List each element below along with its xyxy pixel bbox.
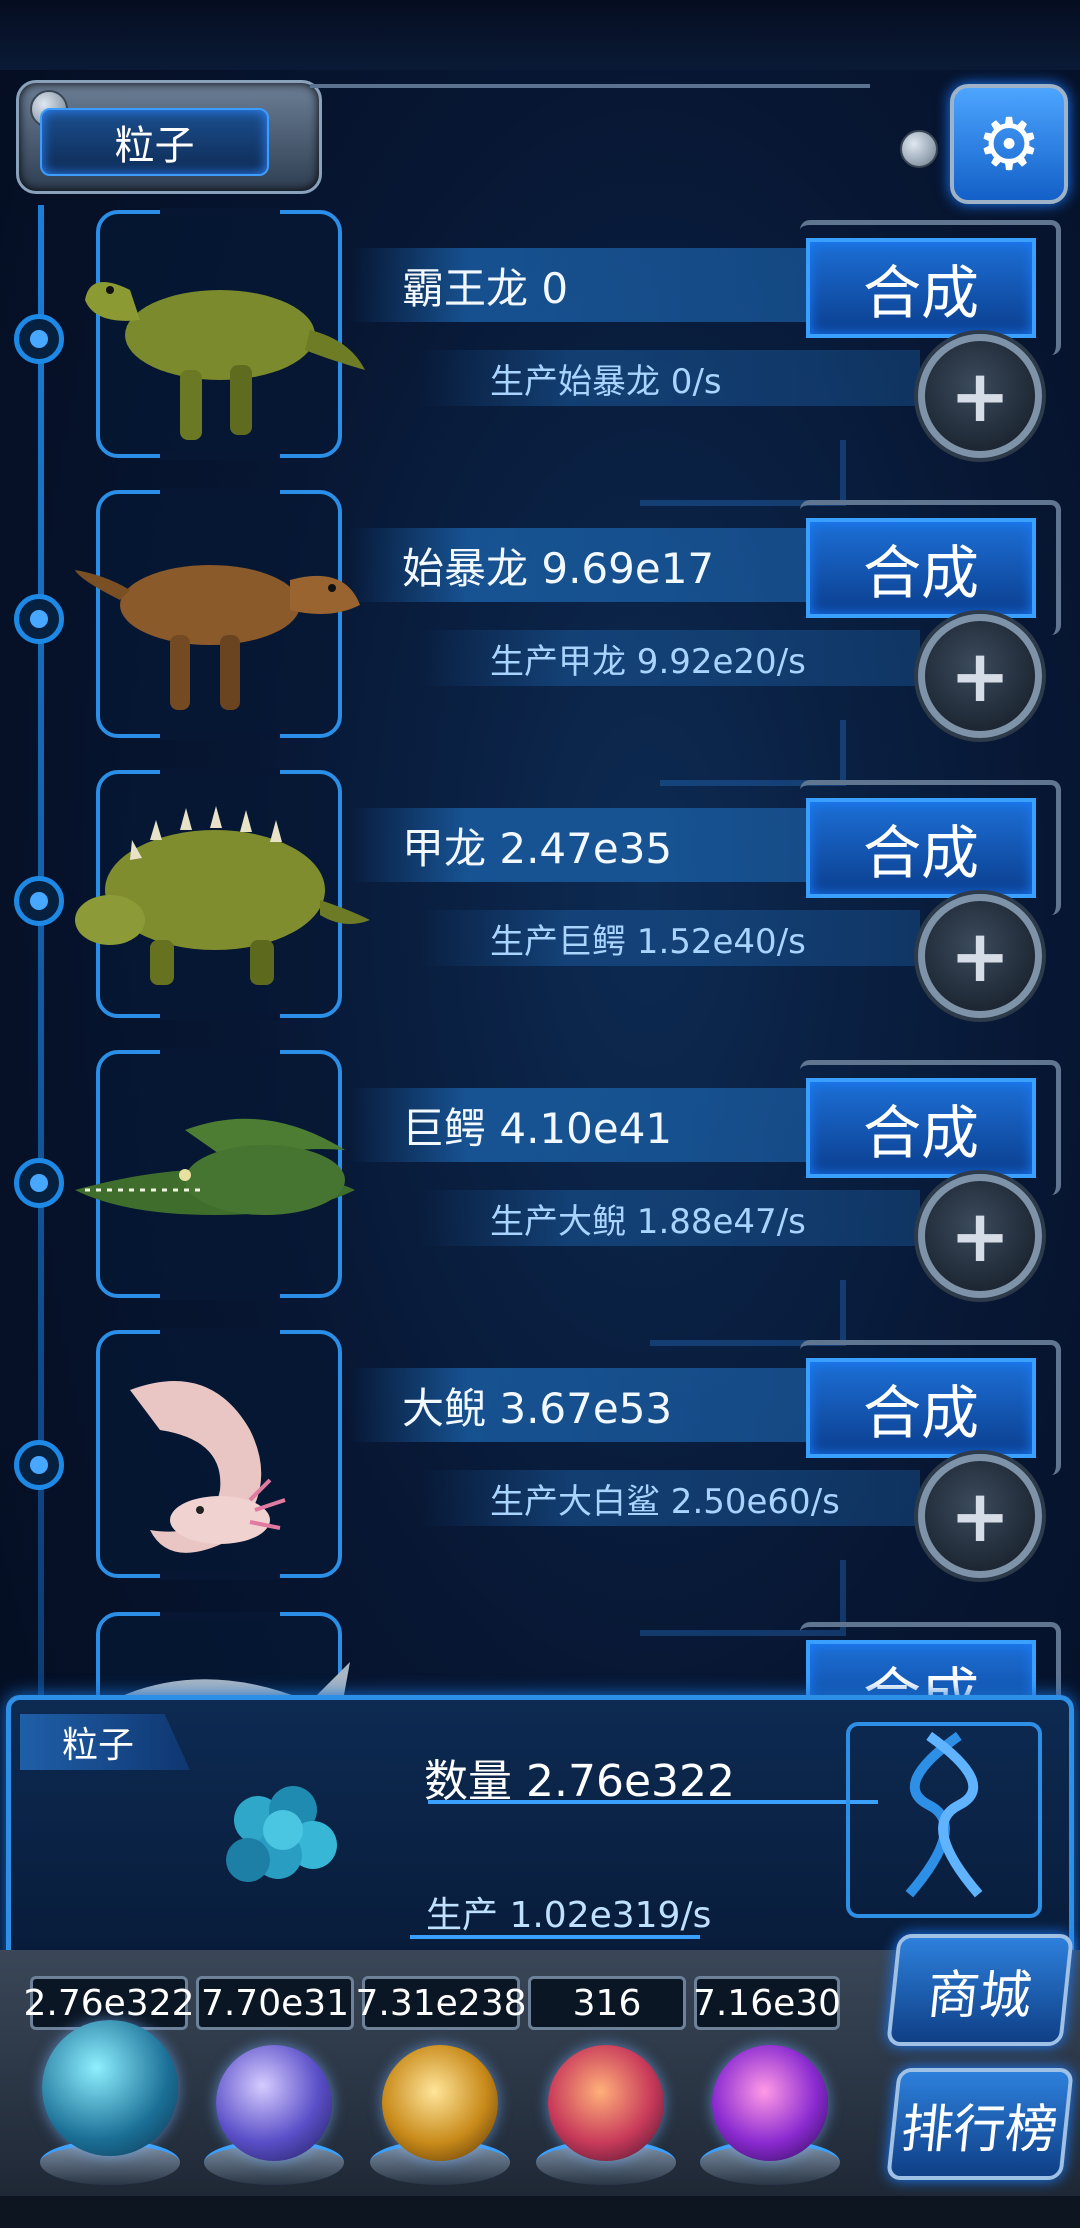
creature-production-rate: 生产大白鲨 2.50e60/s: [490, 1481, 840, 1522]
shark-image: [108, 1662, 350, 1702]
galaxy-orb-button[interactable]: [382, 2045, 498, 2161]
synthesize-button[interactable]: 合成: [806, 798, 1036, 898]
creature-row: 合成: [0, 1612, 1080, 1702]
synthesize-button[interactable]: 合成: [806, 1640, 1036, 1702]
creature-row: 始暴龙 9.69e17 生产甲龙 9.92e20/s 合成 +: [0, 488, 1080, 760]
resource-value: 7.31e238: [355, 1976, 527, 2030]
synthesize-button[interactable]: 合成: [806, 1358, 1036, 1458]
creature-production-rate: 生产巨鳄 1.52e40/s: [490, 921, 806, 962]
bottom-strip: [0, 2196, 1080, 2228]
creature-name-bar: 巨鳄 4.10e41: [350, 1088, 820, 1162]
lightning-orb-button[interactable]: [216, 2045, 332, 2161]
gear-icon: ⚙: [976, 102, 1042, 186]
settings-button[interactable]: ⚙: [950, 84, 1068, 204]
creature-name-bar: 甲龙 2.47e35: [350, 808, 820, 882]
creature-production-bar: 生产大白鲨 2.50e60/s: [420, 1470, 920, 1526]
creature-production-bar: 生产大鲵 1.88e47/s: [420, 1190, 920, 1246]
eotyrannus-image: [75, 565, 360, 710]
particle-cluster-icon: [226, 1786, 337, 1882]
upgrade-plus-button[interactable]: +: [918, 334, 1042, 458]
creature-name-count: 始暴龙 9.69e17: [402, 543, 715, 593]
resource-value: 316: [528, 1976, 686, 2030]
resource-value: 7.70e31: [196, 1976, 354, 2030]
synthesize-button[interactable]: 合成: [806, 238, 1036, 338]
particle-production-rate: 生产 1.02e319/s: [426, 1895, 712, 1936]
plus-icon: +: [949, 634, 1011, 718]
plus-icon: +: [949, 1474, 1011, 1558]
resource-value: 7.16e30: [693, 1976, 841, 2030]
page-title: 粒子: [40, 108, 269, 176]
creature-production-rate: 生产甲龙 9.92e20/s: [490, 641, 806, 682]
creature-name-bar: 大鲵 3.67e53: [350, 1368, 820, 1442]
creature-name-count: 大鲵 3.67e53: [402, 1383, 673, 1433]
salamander-image: [130, 1381, 286, 1553]
creature-row: 霸王龙 0 生产始暴龙 0/s 合成 +: [0, 208, 1080, 480]
upgrade-plus-button[interactable]: +: [918, 1174, 1042, 1298]
creature-name-bar: 霸王龙 0: [350, 248, 820, 322]
trex-image: [85, 282, 365, 440]
crocodile-image: [75, 1118, 355, 1215]
shop-button[interactable]: 商城: [886, 1934, 1074, 2046]
creature-name-bar: 始暴龙 9.69e17: [350, 528, 820, 602]
panel-tag: 粒子: [20, 1714, 190, 1770]
bolt-decoration: [900, 130, 938, 168]
brain-orb-button[interactable]: [548, 2045, 664, 2161]
dna-icon: [905, 1731, 983, 1898]
creature-production-bar: 生产甲龙 9.92e20/s: [420, 630, 920, 686]
creature-row: 大鲵 3.67e53 生产大白鲨 2.50e60/s 合成 +: [0, 1328, 1080, 1600]
creature-production-bar: 生产巨鳄 1.52e40/s: [420, 910, 920, 966]
creature-name-count: 甲龙 2.47e35: [402, 823, 673, 873]
plus-icon: +: [949, 1194, 1011, 1278]
particle-orb-button[interactable]: [42, 2020, 178, 2156]
ankylosaurus-image: [75, 806, 370, 985]
upgrade-plus-button[interactable]: +: [918, 894, 1042, 1018]
creature-row: 甲龙 2.47e35 生产巨鳄 1.52e40/s 合成 +: [0, 768, 1080, 1040]
synthesize-button[interactable]: 合成: [806, 1078, 1036, 1178]
header-frame-line: [310, 84, 870, 106]
creature-name-count: 霸王龙 0: [402, 263, 569, 313]
ranking-button[interactable]: 排行榜: [886, 2068, 1074, 2180]
creature-row: 巨鳄 4.10e41 生产大鲵 1.88e47/s 合成 +: [0, 1048, 1080, 1320]
status-strip: [0, 0, 1080, 70]
creature-name-count: 巨鳄 4.10e41: [402, 1103, 673, 1153]
upgrade-plus-button[interactable]: +: [918, 1454, 1042, 1578]
plus-icon: +: [949, 354, 1011, 438]
creature-production-bar: 生产始暴龙 0/s: [420, 350, 920, 406]
creature-production-rate: 生产大鲵 1.88e47/s: [490, 1201, 806, 1242]
synthesize-button[interactable]: 合成: [806, 518, 1036, 618]
portal-orb-button[interactable]: [712, 2045, 828, 2161]
count-underline: [428, 1800, 878, 1804]
plus-icon: +: [949, 914, 1011, 998]
creature-production-rate: 生产始暴龙 0/s: [490, 361, 722, 402]
dna-icon-frame: [846, 1722, 1042, 1918]
upgrade-plus-button[interactable]: +: [918, 614, 1042, 738]
production-underline: [410, 1935, 700, 1939]
